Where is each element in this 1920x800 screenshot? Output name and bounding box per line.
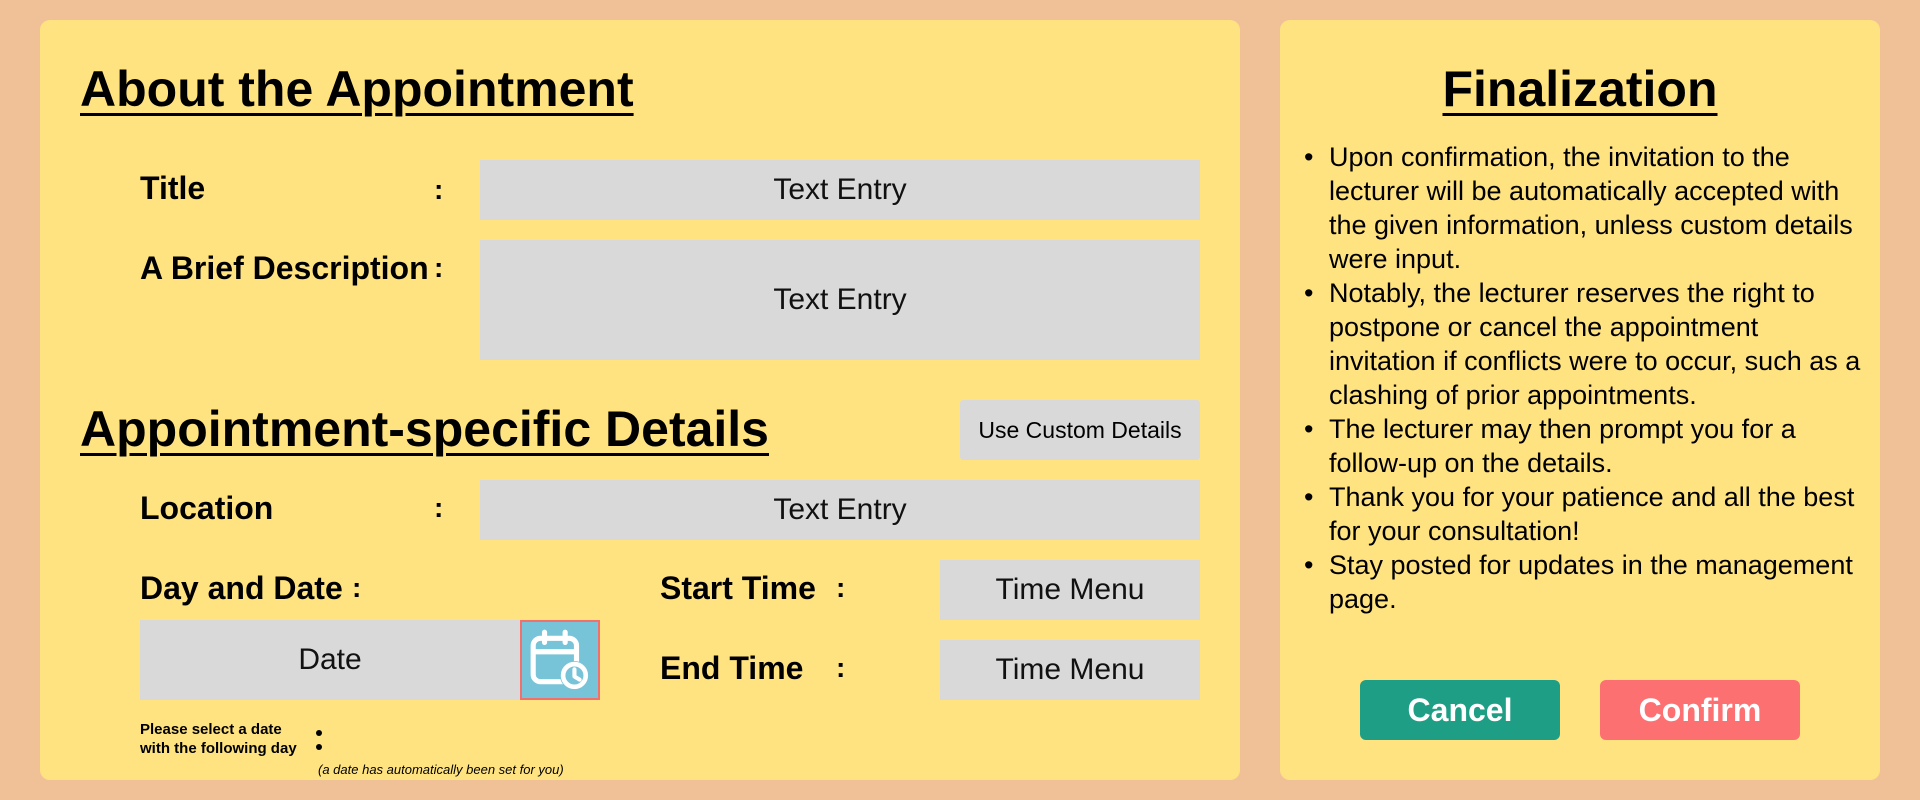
date-note-bullet xyxy=(316,744,322,750)
date-input[interactable]: Date xyxy=(140,620,520,700)
list-item: Thank you for your patience and all the … xyxy=(1300,480,1870,548)
title-colon: : xyxy=(434,174,444,205)
description-input[interactable]: Text Entry xyxy=(480,240,1200,360)
day-date-label: Day and Date xyxy=(140,570,343,606)
appointment-form-panel: About the Appointment Title : Text Entry… xyxy=(40,20,1240,780)
finalization-heading: Finalization xyxy=(1280,60,1880,118)
finalization-heading-text: Finalization xyxy=(1442,61,1718,117)
location-input[interactable]: Text Entry xyxy=(480,480,1200,540)
cancel-button[interactable]: Cancel xyxy=(1360,680,1560,740)
start-time-colon: : xyxy=(836,572,846,603)
description-colon: : xyxy=(434,252,444,283)
end-time-menu[interactable]: Time Menu xyxy=(940,640,1200,700)
end-time-label: End Time xyxy=(660,650,804,686)
calendar-button[interactable] xyxy=(520,620,600,700)
location-label: Location xyxy=(140,490,274,526)
description-label: A Brief Description xyxy=(140,250,429,286)
list-item: The lecturer may then prompt you for a f… xyxy=(1300,412,1870,480)
date-note-line-1: Please select a date xyxy=(140,721,282,738)
finalization-panel: Finalization Upon confirmation, the invi… xyxy=(1280,20,1880,780)
date-note-bullet xyxy=(316,730,322,736)
title-label: Title xyxy=(140,170,206,206)
date-auto-note: (a date has automatically been set for y… xyxy=(318,762,564,777)
date-note-line-2: with the following day xyxy=(140,740,297,757)
end-time-colon: : xyxy=(836,652,846,683)
confirm-button[interactable]: Confirm xyxy=(1600,680,1800,740)
location-colon: : xyxy=(434,492,444,523)
list-item: Stay posted for updates in the managemen… xyxy=(1300,548,1870,616)
date-note: Please select a date with the following … xyxy=(140,720,297,758)
finalization-list: Upon confirmation, the invitation to the… xyxy=(1300,140,1870,616)
day-date-colon: : xyxy=(352,572,362,603)
list-item: Upon confirmation, the invitation to the… xyxy=(1300,140,1870,276)
start-time-label: Start Time xyxy=(660,570,816,606)
list-item: Notably, the lecturer reserves the right… xyxy=(1300,276,1870,412)
about-heading: About the Appointment xyxy=(80,61,634,117)
calendar-clock-icon xyxy=(530,629,589,690)
details-heading: Appointment-specific Details xyxy=(80,401,769,457)
use-custom-details-button[interactable]: Use Custom Details xyxy=(960,400,1200,460)
title-input[interactable]: Text Entry xyxy=(480,160,1200,220)
start-time-menu[interactable]: Time Menu xyxy=(940,560,1200,620)
